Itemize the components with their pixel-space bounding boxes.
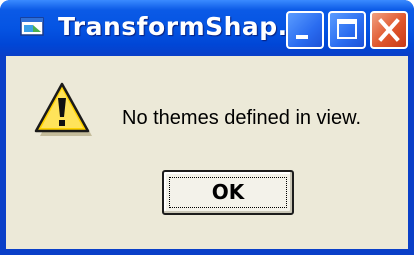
minimize-button[interactable] <box>286 11 324 49</box>
maximize-icon <box>337 19 357 39</box>
ok-button[interactable]: OK <box>162 170 294 215</box>
close-icon <box>378 18 400 42</box>
warning-icon <box>33 80 93 140</box>
message-box-window: TransformShap... No themes defined in vi… <box>0 0 414 255</box>
window-app-icon <box>20 16 46 38</box>
close-button[interactable] <box>370 11 408 49</box>
window-title: TransformShap... <box>58 12 308 41</box>
title-bar[interactable]: TransformShap... <box>0 0 414 56</box>
dialog-body: No themes defined in view. OK <box>6 56 408 249</box>
message-text: No themes defined in view. <box>122 107 362 129</box>
minimize-icon <box>296 35 308 39</box>
maximize-button[interactable] <box>328 11 366 49</box>
ok-button-label: OK <box>211 180 245 204</box>
